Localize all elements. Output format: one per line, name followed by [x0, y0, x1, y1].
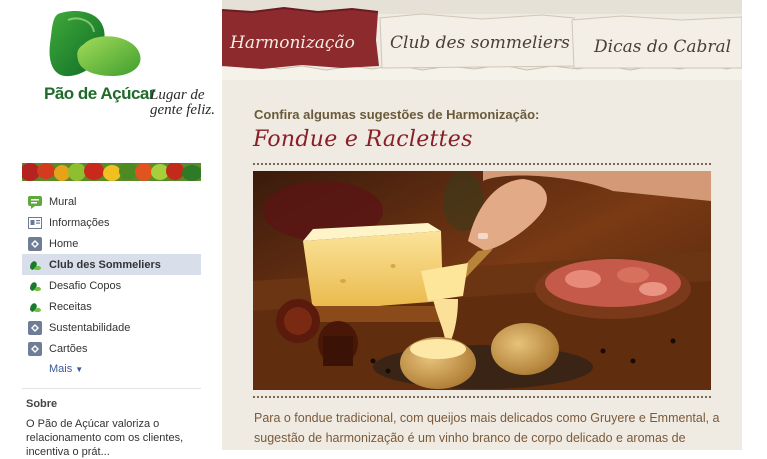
- sidebar-item-home[interactable]: Home: [22, 233, 201, 254]
- left-sidebar: Pão de Açúcar Lugar de gente feliz. Mura…: [0, 0, 215, 458]
- tab-label: Club des sommeliers: [390, 33, 570, 53]
- tab-label: Dicas do Cabral: [594, 37, 732, 57]
- sidebar-item-label: Desafio Copos: [49, 279, 122, 292]
- section-subtitle: Confira algumas sugestões de Harmonizaçã…: [254, 107, 540, 122]
- page-title: Fondue e Raclettes: [253, 127, 473, 152]
- brand-slogan: Lugar de gente feliz.: [150, 87, 215, 118]
- sidebar-item-label: Mural: [49, 195, 77, 208]
- about-text: O Pão de Açúcar valoriza o relacionament…: [26, 418, 184, 458]
- sidebar-item-label: Sustentabilidade: [49, 321, 131, 334]
- tab-label: Harmonização: [230, 33, 355, 53]
- leaf-logo-icon: [49, 11, 141, 77]
- caret-down-icon: ▼: [75, 365, 84, 374]
- sidebar-item-label: Club des Sommeliers: [49, 258, 161, 271]
- brand-name: Pão de Açúcar: [44, 84, 155, 103]
- sidebar-item-sustentabilidade[interactable]: Sustentabilidade: [22, 317, 201, 338]
- app-icon: [28, 320, 42, 335]
- more-link[interactable]: Mais ▼: [49, 363, 83, 375]
- brand-logo[interactable]: Pão de Açúcar Lugar de gente feliz.: [22, 0, 215, 160]
- tab-harmonizacao[interactable]: Harmonização: [222, 8, 378, 68]
- pao-de-acucar-icon: [28, 279, 42, 293]
- right-margin: [742, 0, 767, 450]
- sidebar-item-club-des-sommeliers[interactable]: Club des Sommeliers: [22, 254, 201, 275]
- sidebar-item-informacoes[interactable]: Informações: [22, 212, 201, 233]
- app-icon: [28, 341, 42, 356]
- sidebar-item-mural[interactable]: Mural: [22, 191, 201, 212]
- article-body: Para o fondue tradicional, com queijos m…: [254, 411, 720, 445]
- tab-club-des-sommeliers[interactable]: Club des sommeliers: [382, 17, 572, 69]
- about-title: Sobre: [26, 398, 58, 410]
- sidebar-item-desafio-copos[interactable]: Desafio Copos: [22, 275, 201, 296]
- wall-icon: [28, 195, 42, 209]
- sidebar-item-label: Informações: [49, 216, 110, 229]
- sidebar-item-cartoes[interactable]: Cartões: [22, 338, 201, 359]
- tab-dicas-do-cabral[interactable]: Dicas do Cabral: [572, 17, 742, 69]
- dotted-divider: [253, 396, 711, 398]
- sidebar-item-label: Cartões: [49, 342, 88, 355]
- pao-de-acucar-icon: [28, 300, 42, 314]
- dotted-divider: [253, 163, 711, 165]
- sidebar-item-receitas[interactable]: Receitas: [22, 296, 201, 317]
- sidebar-item-label: Home: [49, 237, 79, 250]
- sidebar-item-label: Receitas: [49, 300, 92, 313]
- app-canvas: Harmonização Club des sommeliers Dicas d…: [222, 0, 742, 450]
- info-icon: [28, 216, 42, 230]
- raclette-photo: [253, 171, 711, 390]
- app-icon: [28, 236, 42, 251]
- more-label: Mais: [49, 363, 73, 375]
- sidebar-nav: Mural Informações Home Club des Sommelie…: [22, 191, 201, 359]
- vegetables-banner: [22, 163, 201, 181]
- divider: [22, 388, 201, 389]
- pao-de-acucar-icon: [28, 258, 42, 272]
